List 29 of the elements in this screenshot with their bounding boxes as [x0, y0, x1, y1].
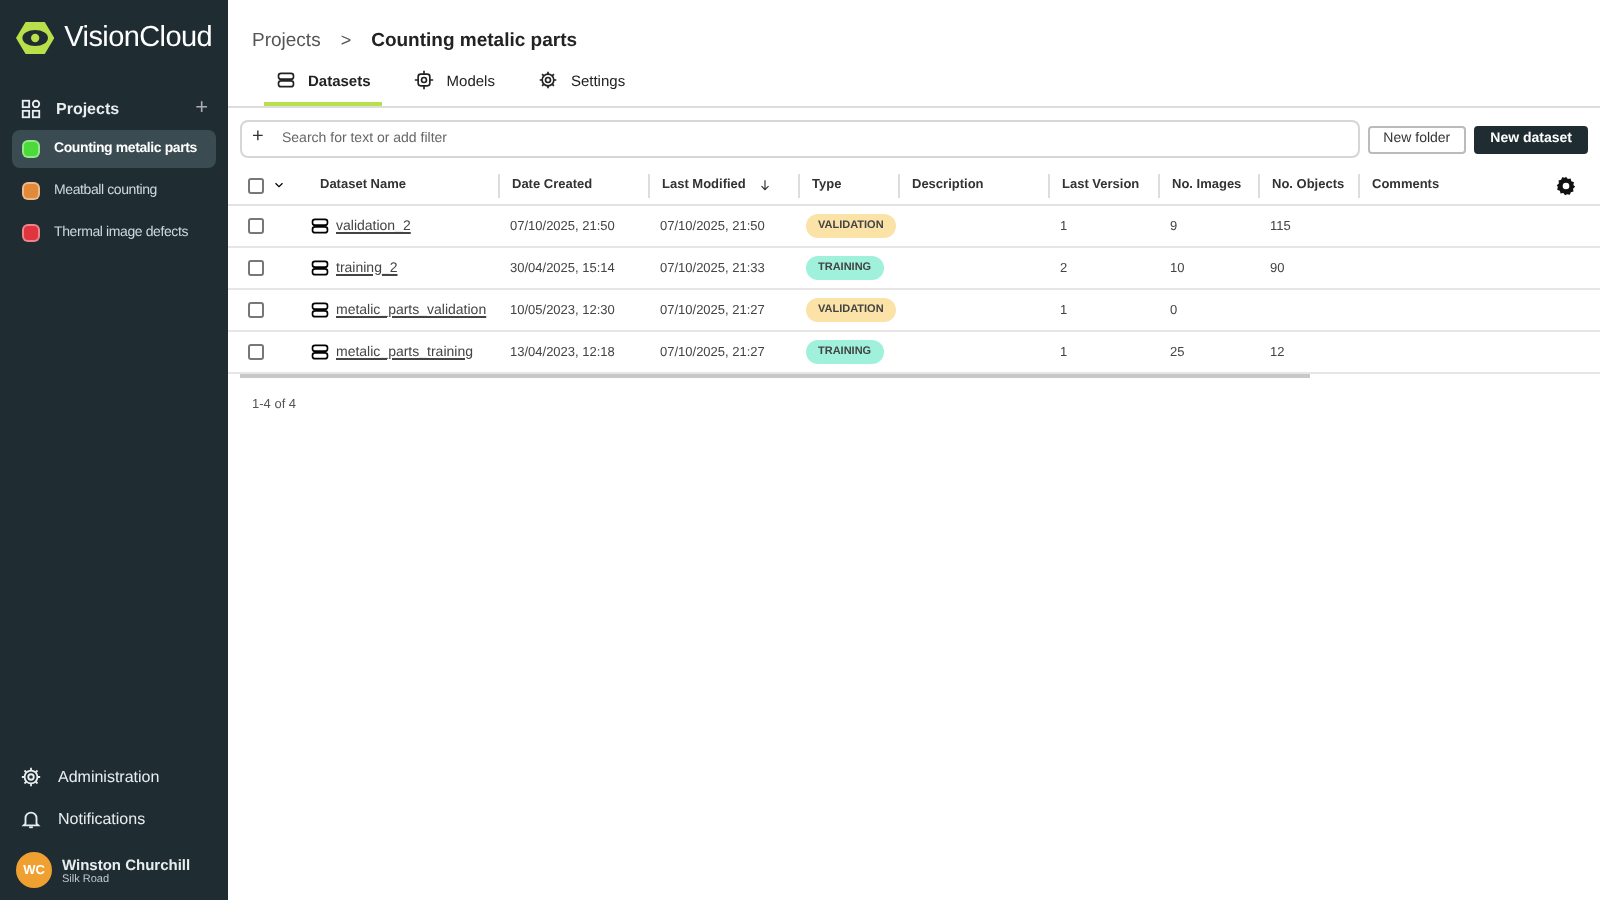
nav-item[interactable]: Administration	[58, 768, 160, 786]
logo-icon	[16, 16, 55, 60]
breadcrumb-separator: >	[340, 30, 352, 50]
nav-item[interactable]: Notifications	[58, 810, 146, 828]
grid-icon	[20, 97, 42, 119]
settings-icon	[538, 70, 559, 90]
database-icon	[276, 70, 296, 90]
row-checkbox[interactable]	[248, 302, 264, 318]
bell-icon	[20, 808, 42, 830]
row-checkbox[interactable]	[248, 260, 264, 276]
projects-heading: Projects	[56, 99, 120, 117]
scrollbar[interactable]	[240, 374, 1310, 378]
chevron-down-icon	[272, 178, 286, 192]
select-all-checkbox[interactable]	[248, 177, 264, 193]
chip-icon	[414, 70, 435, 90]
dataset-icon	[310, 216, 330, 236]
row-checkbox[interactable]	[248, 218, 264, 234]
dataset-icon	[310, 300, 330, 320]
add-project-button[interactable]: +	[195, 96, 208, 120]
brand-name: VisionCloud	[64, 22, 212, 54]
breadcrumb-link[interactable]: Projects	[252, 29, 321, 51]
add-filter-icon: +	[252, 126, 264, 148]
row-checkbox[interactable]	[248, 344, 264, 360]
settings-icon[interactable]	[1556, 175, 1576, 195]
dataset-icon	[310, 258, 330, 278]
settings-icon	[20, 766, 42, 788]
page-title: Counting metalic parts	[371, 29, 578, 51]
arrow-down-icon	[757, 178, 772, 192]
dataset-icon	[310, 342, 330, 362]
